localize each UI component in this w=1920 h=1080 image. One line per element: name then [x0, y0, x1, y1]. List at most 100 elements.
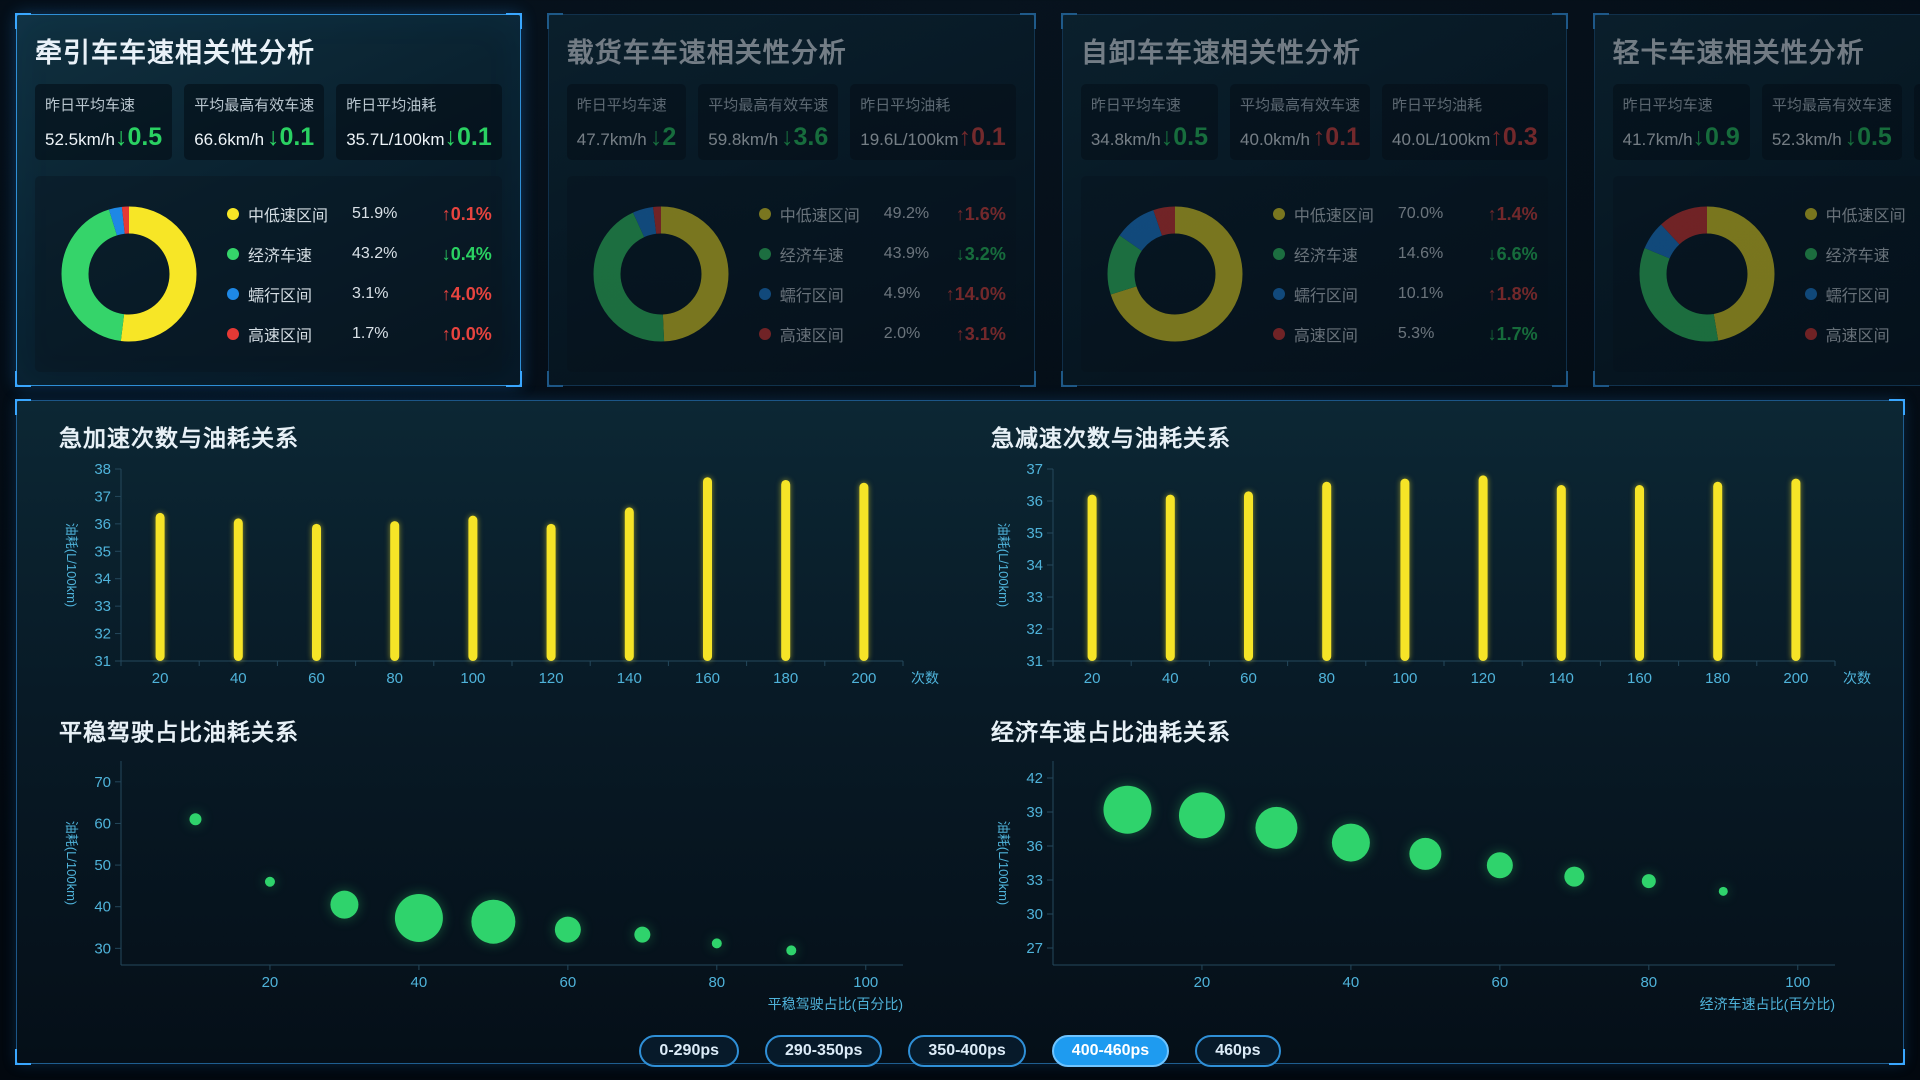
stat-avg-fuel: 昨日平均油耗 40.0L/100km ↑0.3: [1382, 84, 1548, 160]
speed-distribution-donut-chart: [1623, 190, 1791, 358]
legend-percent: 5.3%: [1398, 325, 1460, 343]
legend-row-economy-speed: 经济车速 43.2% ↓0.4%: [227, 234, 492, 274]
legend-percent: 14.6%: [1398, 245, 1460, 263]
legend-delta: ↑1.4%: [1488, 204, 1538, 225]
svg-text:100: 100: [853, 974, 878, 991]
chart-title: 急减速次数与油耗关系: [991, 419, 1881, 453]
svg-text:次数: 次数: [1843, 670, 1871, 686]
legend-delta: ↑0.0%: [442, 324, 492, 345]
stat-value: 47.7km/h: [577, 130, 647, 150]
svg-text:31: 31: [1026, 653, 1043, 670]
power-range-button[interactable]: 0-290ps: [639, 1035, 739, 1067]
corner-accent-icon: [1889, 1049, 1905, 1065]
svg-text:60: 60: [560, 974, 577, 991]
legend-percent: 43.2%: [352, 245, 414, 263]
speed-distribution-section: 中低速区间 49.2% ↑1.6% 经济车速 43.9% ↓3.2% 蠕行区间 …: [567, 176, 1016, 372]
svg-text:35: 35: [94, 543, 111, 560]
svg-text:40: 40: [411, 974, 428, 991]
legend-row-creep-speed: 蠕行区间 10.1% ↑1.8%: [1273, 274, 1538, 314]
stat-value: 41.7km/h: [1623, 130, 1693, 150]
legend-row-economy-speed: 经济车速 33.9% ↓0.9%: [1805, 234, 1920, 274]
stat-max-effective-speed: 平均最高有效车速 52.3km/h ↓0.5: [1762, 84, 1902, 160]
corner-accent-icon: [1061, 371, 1077, 387]
stat-label: 平均最高有效车速: [1240, 94, 1360, 115]
svg-text:33: 33: [1026, 872, 1043, 889]
legend-row-low-mid-speed: 中低速区间 70.0% ↑1.4%: [1273, 194, 1538, 234]
svg-text:37: 37: [94, 488, 111, 505]
svg-text:60: 60: [1492, 974, 1509, 991]
card-title: 牵引车车速相关性分析: [35, 31, 502, 70]
vehicle-analysis-card[interactable]: 轻卡车速相关性分析 昨日平均车速 41.7km/h ↓0.9 平均最高有效车速 …: [1594, 14, 1920, 386]
corner-accent-icon: [15, 1049, 31, 1065]
legend-row-creep-speed: 蠕行区间 6.8% ↑4.7%: [1805, 274, 1920, 314]
corner-accent-icon: [1020, 13, 1036, 29]
svg-text:油耗(L/100km): 油耗(L/100km): [996, 523, 1011, 608]
legend-delta: ↑0.1%: [442, 204, 492, 225]
speed-distribution-section: 中低速区间 47.3% ↑0.8% 经济车速 33.9% ↓0.9% 蠕行区间 …: [1613, 176, 1920, 372]
power-range-button[interactable]: 460ps: [1195, 1035, 1280, 1067]
svg-text:32: 32: [94, 626, 111, 643]
legend-name: 经济车速: [248, 242, 352, 266]
svg-text:180: 180: [773, 670, 798, 687]
power-range-button[interactable]: 290-350ps: [765, 1035, 882, 1067]
stat-delta: ↓0.1: [267, 123, 314, 152]
speed-distribution-donut-chart: [577, 190, 745, 358]
corner-accent-icon: [1061, 13, 1077, 29]
legend-dot-icon: [227, 248, 239, 260]
svg-text:油耗(L/100km): 油耗(L/100km): [64, 821, 79, 906]
stat-delta: ↓0.1: [445, 123, 492, 152]
chart-title: 平稳驾驶占比油耗关系: [59, 713, 949, 747]
stat-value: 34.8km/h: [1091, 130, 1161, 150]
chart-title: 急加速次数与油耗关系: [59, 419, 949, 453]
stat-delta: ↓0.5: [1845, 123, 1892, 152]
legend-name: 高速区间: [1294, 322, 1398, 346]
stat-label: 昨日平均车速: [1623, 94, 1740, 115]
legend-dot-icon: [227, 288, 239, 300]
svg-text:42: 42: [1026, 770, 1043, 787]
svg-text:140: 140: [1549, 670, 1574, 687]
vehicle-analysis-card[interactable]: 载货车车速相关性分析 昨日平均车速 47.7km/h ↓2 平均最高有效车速 5…: [548, 14, 1035, 386]
svg-text:37: 37: [1026, 461, 1043, 478]
vehicle-analysis-card[interactable]: 自卸车车速相关性分析 昨日平均车速 34.8km/h ↓0.5 平均最高有效车速…: [1062, 14, 1567, 386]
stat-value: 59.8km/h: [708, 130, 778, 150]
power-range-filter: 0-290ps 290-350ps 350-400ps 400-460ps 46…: [41, 1031, 1879, 1075]
stat-delta: ↓0.5: [115, 123, 162, 152]
legend-dot-icon: [1805, 208, 1817, 220]
card-title: 自卸车车速相关性分析: [1081, 31, 1548, 70]
stat-value: 52.3km/h: [1772, 130, 1842, 150]
legend-percent: 70.0%: [1398, 205, 1460, 223]
hard-decel-fuel-bar-chart: 3132333435363720406080100120140160180200…: [973, 455, 1881, 695]
svg-text:20: 20: [262, 974, 279, 991]
legend-percent: 3.1%: [352, 285, 414, 303]
corner-accent-icon: [547, 13, 563, 29]
stat-max-effective-speed: 平均最高有效车速 66.6km/h ↓0.1: [184, 84, 324, 160]
legend-dot-icon: [227, 328, 239, 340]
svg-text:50: 50: [94, 857, 111, 874]
stat-max-effective-speed: 平均最高有效车速 59.8km/h ↓3.6: [698, 84, 838, 160]
power-range-button[interactable]: 350-400ps: [908, 1035, 1025, 1067]
donut-legend: 中低速区间 47.3% ↑0.8% 经济车速 33.9% ↓0.9% 蠕行区间 …: [1791, 194, 1920, 354]
svg-text:80: 80: [708, 974, 725, 991]
svg-text:100: 100: [460, 670, 485, 687]
corner-accent-icon: [506, 13, 522, 29]
fuel-correlation-panel: 急加速次数与油耗关系 31323334353637382040608010012…: [16, 400, 1904, 1064]
svg-text:30: 30: [1026, 906, 1043, 923]
vehicle-analysis-card[interactable]: 牵引车车速相关性分析 昨日平均车速 52.5km/h ↓0.5 平均最高有效车速…: [16, 14, 521, 386]
stat-label: 平均最高有效车速: [708, 94, 828, 115]
stat-delta: ↓0.9: [1693, 123, 1740, 152]
legend-name: 中低速区间: [780, 202, 884, 226]
legend-row-low-mid-speed: 中低速区间 51.9% ↑0.1%: [227, 194, 492, 234]
stat-value: 40.0km/h: [1240, 130, 1310, 150]
stat-avg-fuel: 昨日平均油耗 12.8L/100km ↓0: [1914, 84, 1920, 160]
donut-legend: 中低速区间 51.9% ↑0.1% 经济车速 43.2% ↓0.4% 蠕行区间 …: [213, 194, 492, 354]
stat-value: 19.6L/100km: [860, 130, 958, 150]
stat-delta: ↓0.5: [1161, 123, 1208, 152]
stat-value: 35.7L/100km: [346, 130, 444, 150]
legend-name: 蠕行区间: [780, 282, 884, 306]
stat-value: 66.6km/h: [194, 130, 264, 150]
charts-grid: 急加速次数与油耗关系 31323334353637382040608010012…: [41, 415, 1879, 1017]
power-range-button[interactable]: 400-460ps: [1052, 1035, 1169, 1067]
card-title: 轻卡车速相关性分析: [1613, 31, 1920, 70]
legend-delta: ↑1.8%: [1488, 284, 1538, 305]
stat-avg-speed: 昨日平均车速 41.7km/h ↓0.9: [1613, 84, 1750, 160]
